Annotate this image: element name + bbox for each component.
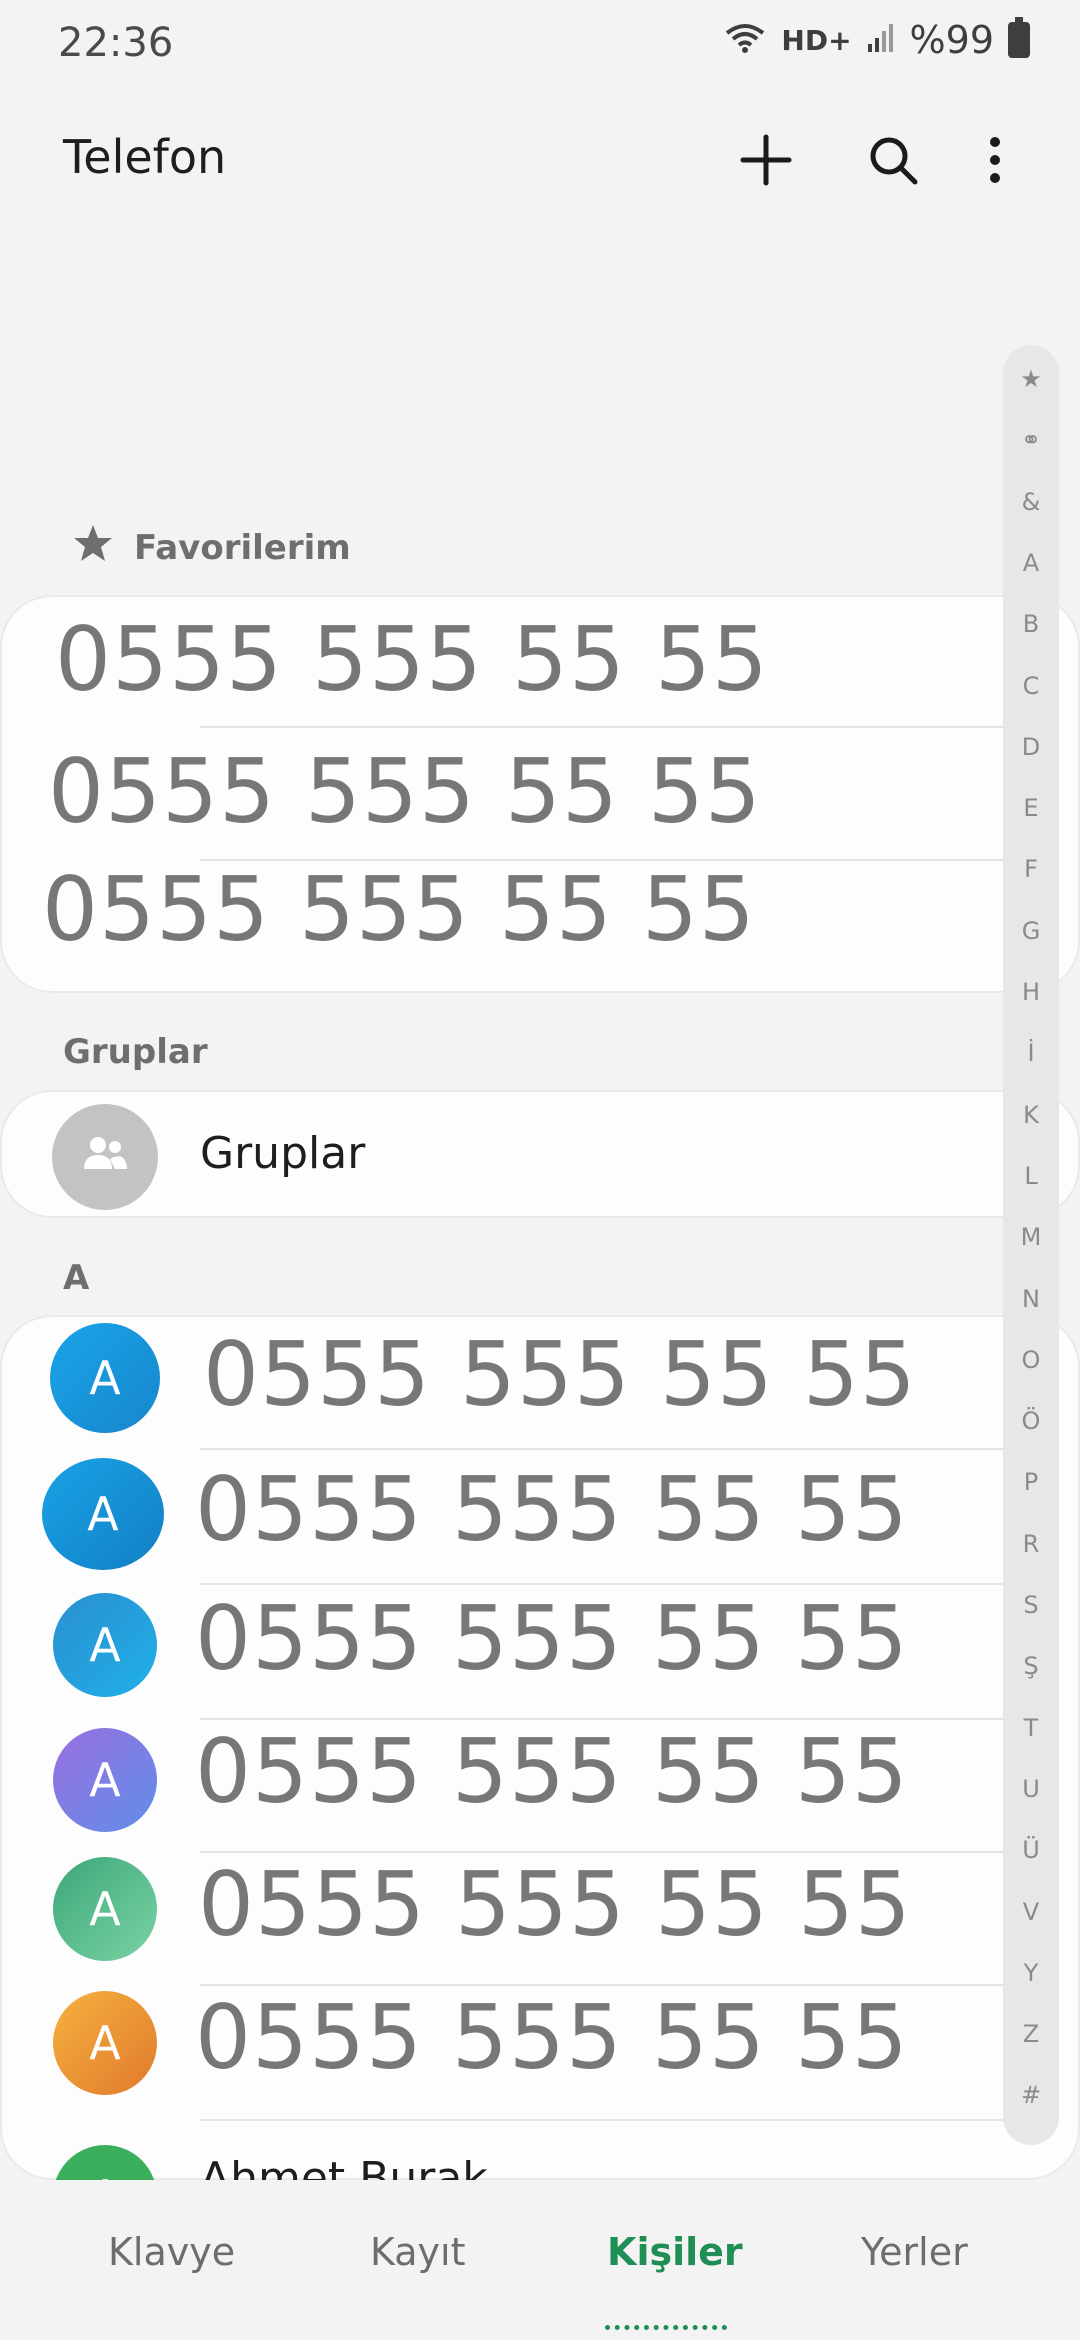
index-letter[interactable]: G: [1003, 917, 1059, 945]
index-letter[interactable]: M: [1003, 1223, 1059, 1251]
favorite-item[interactable]: 0555 555 55 55: [0, 595, 1080, 728]
search-icon[interactable]: [858, 125, 928, 195]
index-letter[interactable]: L: [1003, 1162, 1059, 1190]
contact-row[interactable]: A 0555 555 55 55: [0, 1720, 1080, 1853]
index-letter[interactable]: Ö: [1003, 1407, 1059, 1435]
tab-yerler[interactable]: Yerler: [861, 2230, 968, 2274]
groups-card[interactable]: Gruplar: [0, 1090, 1080, 1218]
contact-number: 0555 555 55 55: [195, 1720, 909, 1823]
groups-item-label: Gruplar: [200, 1128, 366, 1179]
favorites-label: Favorilerim: [134, 527, 351, 568]
index-letter[interactable]: N: [1003, 1285, 1059, 1313]
contact-avatar: A: [53, 1593, 157, 1697]
favorite-number: 0555 555 55 55: [55, 608, 769, 711]
people-icon: [80, 1130, 130, 1184]
contact-number: 0555 555 55 55: [203, 1323, 917, 1426]
contact-row-partial[interactable]: A: [0, 2121, 1080, 2180]
contact-avatar: A: [42, 1458, 164, 1570]
index-letter[interactable]: Z: [1003, 2020, 1059, 2048]
index-letter[interactable]: E: [1003, 794, 1059, 822]
tab-kisiler[interactable]: Kişiler: [607, 2230, 743, 2274]
favorite-number: 0555 555 55 55: [42, 858, 756, 961]
index-letter[interactable]: S: [1003, 1591, 1059, 1619]
alphabet-index-bar[interactable]: ★ ⚭ & A B C D E F G H İ K L M N O Ö P R S Ş T U Ü V Y Z #: [1003, 345, 1059, 2145]
index-letter[interactable]: U: [1003, 1775, 1059, 1803]
favorites-card: 0555 555 55 55 0555 555 55 55 0555 555 5…: [0, 595, 1080, 993]
active-tab-indicator: [605, 2325, 727, 2330]
contact-name: Ahmet Burak: [200, 2153, 488, 2180]
plus-icon[interactable]: [731, 125, 801, 195]
contact-row[interactable]: A 0555 555 55 55: [0, 1853, 1080, 1986]
contact-avatar: A: [53, 1728, 157, 1832]
index-letter[interactable]: R: [1003, 1530, 1059, 1558]
contact-row[interactable]: A 0555 555 55 55: [0, 1986, 1080, 2121]
star-icon: [72, 523, 114, 572]
contact-avatar: A: [53, 1991, 157, 2095]
favorites-header: Favorilerim: [72, 523, 351, 572]
index-letter[interactable]: D: [1003, 733, 1059, 761]
index-letter[interactable]: V: [1003, 1898, 1059, 1926]
index-letter[interactable]: Ş: [1003, 1652, 1059, 1680]
status-bar: 22:36 HD+ %99: [0, 0, 1080, 90]
index-letter[interactable]: C: [1003, 672, 1059, 700]
status-right: HD+ %99: [723, 17, 1030, 62]
battery-percent: %99: [909, 18, 994, 62]
index-letter[interactable]: P: [1003, 1468, 1059, 1496]
favorite-number: 0555 555 55 55: [48, 740, 762, 843]
wifi-icon: [723, 21, 767, 59]
groups-header: Gruplar: [63, 1032, 208, 1072]
contact-number: 0555 555 55 55: [195, 1587, 909, 1690]
bottom-navigation: Klavye Kayıt Kişiler Yerler: [0, 2200, 1080, 2340]
more-vert-icon[interactable]: [960, 125, 1030, 195]
index-letter[interactable]: ★: [1003, 365, 1059, 393]
index-letter[interactable]: O: [1003, 1346, 1059, 1374]
index-letter[interactable]: A: [1003, 549, 1059, 577]
index-letter[interactable]: Y: [1003, 1959, 1059, 1987]
tab-klavye[interactable]: Klavye: [108, 2230, 235, 2274]
contact-number: 0555 555 55 55: [195, 1986, 909, 2089]
index-letter[interactable]: B: [1003, 610, 1059, 638]
section-a-header: A: [63, 1258, 90, 1298]
signal-icon: [866, 22, 896, 58]
groups-avatar: [52, 1104, 158, 1210]
contact-avatar: A: [50, 1323, 160, 1433]
index-letter[interactable]: #: [1003, 2081, 1059, 2109]
contact-avatar: A: [53, 2145, 157, 2180]
contact-avatar: A: [53, 1857, 157, 1961]
contact-row[interactable]: A 0555 555 55 55: [0, 1315, 1080, 1450]
contact-number: 0555 555 55 55: [198, 1853, 912, 1956]
index-letter[interactable]: ⚭: [1003, 426, 1059, 454]
index-letter[interactable]: İ: [1003, 1039, 1059, 1067]
favorite-item[interactable]: 0555 555 55 55: [0, 728, 1080, 861]
app-title: Telefon: [63, 130, 227, 184]
network-type: HD+: [781, 23, 852, 57]
battery-icon: [1008, 17, 1030, 58]
favorite-item[interactable]: 0555 555 55 55: [0, 858, 1080, 993]
contact-number: 0555 555 55 55: [195, 1458, 909, 1561]
index-letter[interactable]: F: [1003, 855, 1059, 883]
index-letter[interactable]: T: [1003, 1714, 1059, 1742]
index-letter[interactable]: K: [1003, 1101, 1059, 1129]
index-letter[interactable]: &: [1003, 488, 1059, 516]
tab-kayit[interactable]: Kayıt: [370, 2230, 465, 2274]
index-letter[interactable]: Ü: [1003, 1836, 1059, 1864]
contacts-a-card: A 0555 555 55 55 A 0555 555 55 55 A 0555…: [0, 1315, 1080, 2180]
contact-row[interactable]: A 0555 555 55 55: [0, 1585, 1080, 1720]
index-letter[interactable]: H: [1003, 978, 1059, 1006]
status-time: 22:36: [58, 20, 174, 66]
contact-row[interactable]: A 0555 555 55 55: [0, 1450, 1080, 1585]
